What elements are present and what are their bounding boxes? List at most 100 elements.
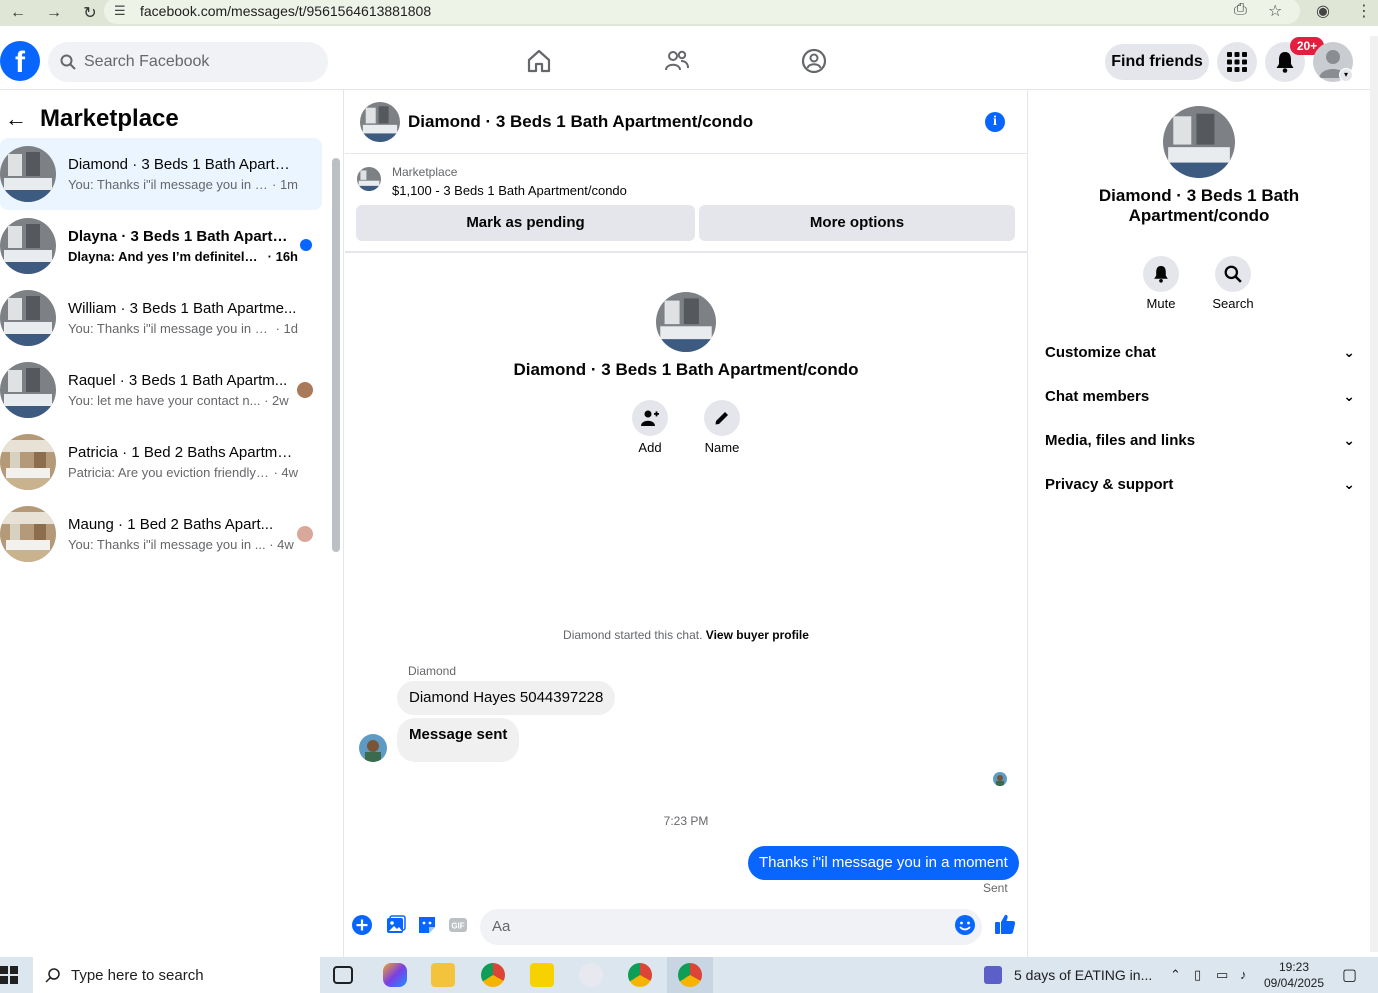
- more-options-button[interactable]: More options: [699, 205, 1015, 241]
- conversation-title: William · 3 Beds 1 Bath Apartme...: [68, 300, 297, 317]
- media-files-links-section[interactable]: Media, files and links ⌄: [1045, 418, 1355, 462]
- conversation-item[interactable]: Raquel · 3 Beds 1 Bath Apartm... You: le…: [0, 354, 322, 426]
- listing-thumbnail[interactable]: [357, 167, 381, 191]
- network-icon[interactable]: ▭: [1216, 967, 1228, 983]
- conversation-sidebar: ← Marketplace Diamond · 3 Beds 1 Bath Ap…: [0, 90, 344, 957]
- conversation-item[interactable]: Maung · 1 Bed 2 Baths Apart... You: Than…: [0, 498, 322, 570]
- sent-status: Sent: [983, 881, 1008, 895]
- friends-icon[interactable]: [664, 48, 690, 74]
- pencil-icon: [715, 412, 728, 425]
- info-icon[interactable]: i: [985, 112, 1005, 132]
- reload-icon[interactable]: ↻: [72, 3, 108, 23]
- search-chat-button[interactable]: [1215, 256, 1251, 292]
- file-explorer-icon[interactable]: [431, 963, 455, 987]
- address-bar[interactable]: ☰ facebook.com/messages/t/95615646138818…: [104, 0, 1300, 24]
- device-icon[interactable]: ▯: [1194, 967, 1201, 983]
- taskbar-search-input[interactable]: Type here to search: [33, 957, 320, 993]
- home-icon[interactable]: [526, 48, 552, 74]
- chevron-up-icon[interactable]: ⌃: [1170, 967, 1181, 983]
- copilot-icon[interactable]: [383, 963, 407, 987]
- view-buyer-profile-link[interactable]: View buyer profile: [706, 628, 809, 642]
- thumbs-up-icon[interactable]: [994, 913, 1016, 935]
- clock-date: 09/04/2025: [1263, 976, 1325, 990]
- plus-circle-icon[interactable]: [352, 915, 372, 935]
- mark-as-pending-button[interactable]: Mark as pending: [356, 205, 695, 241]
- incoming-message[interactable]: Message sent: [397, 718, 520, 762]
- listing-thumbnail: [0, 362, 56, 418]
- add-people-button[interactable]: [632, 400, 668, 436]
- name-label: Name: [704, 440, 740, 455]
- conversation-item[interactable]: Diamond · 3 Beds 1 Bath Apartm... You: T…: [0, 138, 322, 210]
- windows-start-icon[interactable]: [0, 966, 18, 984]
- photo-icon[interactable]: [386, 915, 406, 935]
- chevron-down-icon[interactable]: ▾: [1339, 68, 1353, 82]
- media-widget[interactable]: 5 days of EATING in...: [984, 966, 1152, 984]
- profile-icon[interactable]: ◉: [1316, 1, 1330, 21]
- chrome-profile-icon[interactable]: [481, 963, 505, 987]
- search-icon: [45, 968, 60, 983]
- facebook-header: f Search Facebook Find friends 20+ ▾: [0, 26, 1378, 90]
- page-scrollbar[interactable]: [1370, 36, 1378, 952]
- marketplace-listing-bar: Marketplace $1,100 - 3 Beds 1 Bath Apart…: [345, 155, 1027, 253]
- facebook-logo-icon[interactable]: f: [0, 41, 40, 81]
- listing-price-title[interactable]: $1,100 - 3 Beds 1 Bath Apartment/condo: [392, 183, 627, 198]
- back-arrow-icon[interactable]: ←: [0, 4, 36, 22]
- bookmark-star-icon[interactable]: ☆: [1268, 1, 1282, 21]
- sender-avatar[interactable]: [359, 734, 387, 762]
- outgoing-message[interactable]: Thanks i"il message you in a moment: [748, 846, 1019, 880]
- notification-center-icon[interactable]: ▢: [1342, 965, 1357, 985]
- forward-arrow-icon[interactable]: →: [36, 4, 72, 22]
- sender-name: Diamond: [408, 664, 457, 678]
- sticky-notes-icon[interactable]: [530, 963, 554, 987]
- conversation-title: Diamond · 3 Beds 1 Bath Apartm...: [68, 156, 298, 173]
- chevron-down-icon: ⌄: [1343, 343, 1355, 360]
- conversation-item[interactable]: Patricia · 1 Bed 2 Baths Apartme... Patr…: [0, 426, 322, 498]
- groups-icon[interactable]: [801, 48, 827, 74]
- customize-chat-section[interactable]: Customize chat ⌄: [1045, 330, 1355, 374]
- conversation-item[interactable]: Dlayna · 3 Beds 1 Bath Apartm... Dlayna:…: [0, 210, 322, 282]
- mute-button[interactable]: [1143, 256, 1179, 292]
- task-view-icon[interactable]: [333, 966, 353, 984]
- chat-members-section[interactable]: Chat members ⌄: [1045, 374, 1355, 418]
- conversation-title: Dlayna · 3 Beds 1 Bath Apartm...: [68, 228, 298, 245]
- section-label: Chat members: [1045, 387, 1150, 405]
- sticker-icon[interactable]: [417, 915, 437, 935]
- install-app-icon[interactable]: ⎙: [1234, 1, 1247, 19]
- listing-thumbnail: [0, 434, 56, 490]
- unread-dot: [300, 239, 312, 251]
- find-friends-button[interactable]: Find friends: [1105, 44, 1209, 80]
- media-title: 5 days of EATING in...: [1014, 967, 1153, 983]
- site-settings-icon[interactable]: ☰: [114, 3, 132, 19]
- chat-intro-title: Diamond · 3 Beds 1 Bath Apartment/condo: [513, 360, 859, 379]
- menu-grid-button[interactable]: [1217, 42, 1257, 82]
- scrollbar-thumb[interactable]: [332, 158, 340, 552]
- chat-intro-avatar: [656, 292, 716, 352]
- chat-title[interactable]: Diamond · 3 Beds 1 Bath Apartment/condo: [408, 112, 753, 132]
- incoming-message[interactable]: Diamond Hayes 5044397228: [397, 681, 616, 715]
- name-chat-button[interactable]: [704, 400, 740, 436]
- conversation-time: · 1d: [275, 321, 298, 336]
- gif-icon[interactable]: GIF: [448, 915, 468, 935]
- search-label: Search: [1212, 296, 1254, 311]
- back-arrow-icon[interactable]: ←: [0, 106, 32, 132]
- chat-started-notice: Diamond started this chat. View buyer pr…: [345, 628, 1027, 642]
- conversation-item[interactable]: William · 3 Beds 1 Bath Apartme... You: …: [0, 282, 322, 354]
- conversation-time: · 2w: [264, 393, 289, 408]
- app-icon[interactable]: [579, 963, 603, 987]
- chevron-down-icon: ⌄: [1343, 431, 1355, 448]
- conversation-snippet: You: Thanks i"il message you in a ...: [68, 321, 272, 336]
- chrome-icon[interactable]: [628, 963, 652, 987]
- privacy-support-section[interactable]: Privacy & support ⌄: [1045, 462, 1355, 506]
- browser-menu-icon[interactable]: ⋮: [1356, 1, 1372, 21]
- volume-icon[interactable]: ♪: [1240, 967, 1247, 982]
- chat-avatar[interactable]: [360, 101, 400, 142]
- search-input[interactable]: Search Facebook: [48, 42, 328, 82]
- sidebar-scrollbar[interactable]: [332, 146, 340, 566]
- chrome-active-window[interactable]: [667, 957, 713, 993]
- emoji-icon[interactable]: [955, 915, 975, 935]
- message-input[interactable]: Aa: [480, 909, 982, 945]
- bell-icon: [1276, 52, 1294, 73]
- chat-started-text: Diamond started this chat.: [563, 628, 703, 642]
- taskbar-clock[interactable]: 19:23 09/04/2025: [1262, 959, 1326, 991]
- grid-icon: [1227, 52, 1247, 72]
